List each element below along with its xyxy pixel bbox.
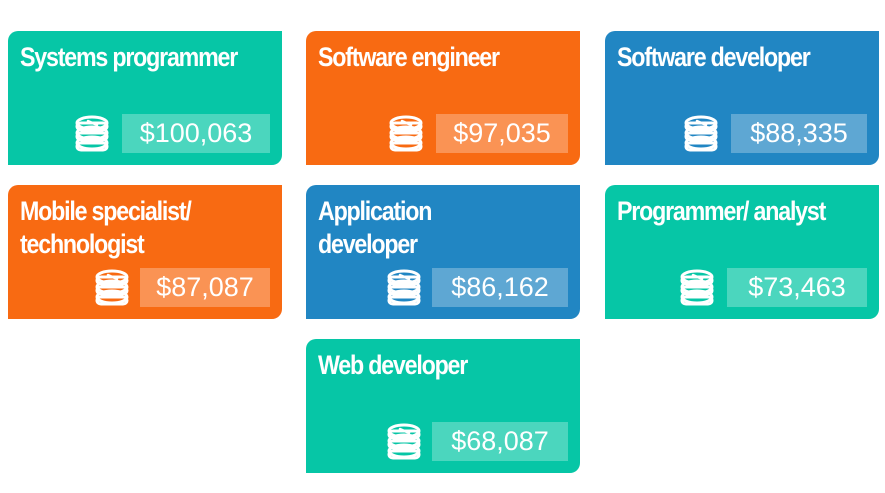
salary-card-application-developer: Application developer $86,162 <box>306 185 580 319</box>
card-title: Software developer <box>617 42 811 72</box>
card-title: Software engineer <box>318 42 500 72</box>
card-title: Web developer <box>318 350 468 380</box>
coin-stack-icon <box>684 115 718 152</box>
coin-stack-icon <box>75 115 109 152</box>
card-title: Mobile specialist/ technologist <box>20 196 192 259</box>
salary-value: $73,463 <box>727 268 867 307</box>
salary-card-programmer-analyst: Programmer/ analyst $73,463 <box>605 185 879 319</box>
salary-card-systems-programmer: Systems programmer $100,063 <box>8 31 282 165</box>
salary-value: $88,335 <box>731 114 867 153</box>
card-title: Application developer <box>318 196 432 259</box>
salary-value: $97,035 <box>436 114 568 153</box>
coin-stack-icon <box>387 269 421 306</box>
salary-value: $68,087 <box>432 422 568 461</box>
salary-card-software-engineer: Software engineer $97,035 <box>306 31 580 165</box>
salary-card-software-developer: Software developer $88,335 <box>605 31 879 165</box>
card-title: Programmer/ analyst <box>617 196 826 226</box>
coin-stack-icon <box>95 269 129 306</box>
coin-stack-icon <box>387 423 421 460</box>
coin-stack-icon <box>680 269 714 306</box>
salary-value: $100,063 <box>122 114 270 153</box>
salary-value: $86,162 <box>432 268 568 307</box>
salary-card-mobile-specialist: Mobile specialist/ technologist $87,087 <box>8 185 282 319</box>
salary-value: $87,087 <box>140 268 270 307</box>
card-title: Systems programmer <box>20 42 238 72</box>
salary-card-web-developer: Web developer $68,087 <box>306 339 580 473</box>
coin-stack-icon <box>389 115 423 152</box>
